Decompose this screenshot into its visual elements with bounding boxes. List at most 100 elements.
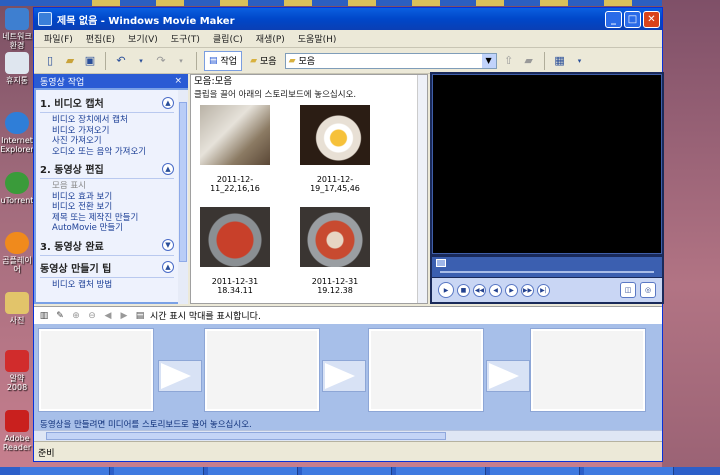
chevron-up-icon[interactable]: ▲ [162,261,174,273]
storyboard-view-icon[interactable]: ▥ [38,310,50,322]
network-icon [5,8,29,30]
forward-icon[interactable]: ▶ [505,283,518,297]
take-picture-icon[interactable]: ◎ [640,282,656,298]
desktop-icon-gom-player[interactable]: 곰플레이어 [0,232,34,274]
collection-scrollbar[interactable] [417,75,427,303]
task-section-header[interactable]: 2. 동영상 편집 ▲ [40,161,174,179]
previous-frame-icon[interactable]: ◀◀ [473,283,486,297]
task-link-capture-from-device[interactable]: 비디오 장치에서 캡처 [40,115,174,126]
task-section-header[interactable]: 동영상 만들기 팁 ▲ [40,260,174,278]
timeline-hint[interactable]: 시간 표시 막대를 표시합니다. [150,309,261,322]
storyboard[interactable] [34,324,662,418]
views-icon[interactable]: ▦ [552,53,568,69]
desktop-icon-network[interactable]: 네트워크 환경 [0,8,34,50]
task-section-title: 2. 동영상 편집 [40,165,104,176]
zoom-in-icon[interactable]: ⊕ [70,310,82,322]
clip-item[interactable]: 2011-12-19_17,45,46 [295,105,375,193]
desktop-icon-utorrent[interactable]: uTorrent [0,172,34,205]
transition-slot[interactable] [322,360,366,392]
task-link-show-collections: 모음 표시 [52,181,86,191]
storyboard-slot[interactable] [368,328,484,412]
desktop-icon-internet-explorer[interactable]: Internet Explorer [0,112,34,154]
collections-button[interactable]: ▰ 모음 [246,51,280,71]
desktop-background-right [662,0,720,475]
task-link-import-video[interactable]: 비디오 가져오기 [40,126,174,137]
task-section-header[interactable]: 3. 동영상 완료 ▼ [40,238,174,256]
preview-screen [432,74,662,254]
menu-edit[interactable]: 편집(E) [86,32,115,45]
seek-bar[interactable] [440,271,654,273]
undo-icon[interactable]: ↶ [113,53,129,69]
redo-icon[interactable]: ↷ [153,53,169,69]
split-clip-icon[interactable]: ◫ [620,282,636,298]
open-project-icon[interactable]: ▰ [62,53,78,69]
play-storyboard-icon[interactable]: ▶ [118,310,130,322]
menu-file[interactable]: 파일(F) [44,32,73,45]
collection-pane: 모음:모음 클립을 끌어 아래의 스토리보드에 놓으십시오. 2011-12-1… [190,74,428,304]
zoom-out-icon[interactable]: ⊖ [86,310,98,322]
up-one-level-icon[interactable]: ⇧ [501,53,517,69]
end-icon[interactable]: ▶| [537,283,550,297]
clip-item[interactable]: 2011-12-11_22,16,16 [195,105,275,193]
minimize-button[interactable]: _ [605,10,622,28]
chevron-up-icon[interactable]: ▲ [162,96,174,109]
maximize-button[interactable]: □ [624,10,641,28]
menu-play[interactable]: 재생(P) [256,32,285,45]
clip-item[interactable]: 2011-12-31 18.34.11 [195,207,275,295]
narration-icon[interactable]: ✎ [54,310,66,322]
next-frame-icon[interactable]: ▶▶ [521,283,534,297]
close-icon[interactable]: × [174,76,182,86]
task-link-make-titles-credits[interactable]: 제목 또는 제작진 만들기 [40,213,174,224]
transition-slot[interactable] [158,360,202,392]
storyboard-slot[interactable] [204,328,320,412]
task-link-view-video-effects[interactable]: 비디오 효과 보기 [40,192,174,203]
tasks-pane-scrollbar[interactable] [178,90,188,304]
rewind-icon[interactable]: ◀ [489,283,502,297]
task-link-import-audio[interactable]: 오디오 또는 음악 가져오기 [40,147,174,158]
task-link-make-automovie[interactable]: AutoMovie 만들기 [40,223,174,234]
scrollbar-thumb[interactable] [46,432,446,440]
storyboard-slot[interactable] [530,328,646,412]
storyboard-message: 동영상을 만들려면 미디어를 스토리보드로 끌어 놓으십시오. [34,418,662,430]
task-section-finish: 3. 동영상 완료 ▼ [40,238,174,256]
undo-dropdown-icon[interactable]: ▾ [133,53,149,69]
task-section-header[interactable]: 1. 비디오 캡처 ▲ [40,95,174,113]
storyboard-scrollbar[interactable] [34,430,662,441]
desktop-icon-photos[interactable]: 사진 [0,292,34,325]
views-dropdown-icon[interactable]: ▾ [572,53,588,69]
task-section-title: 3. 동영상 완료 [40,241,104,253]
save-project-icon[interactable]: ▣ [82,53,98,69]
menu-view[interactable]: 보기(V) [128,32,158,45]
scrollbar-thumb[interactable] [179,102,187,262]
task-section-capture: 1. 비디오 캡처 ▲ 비디오 장치에서 캡처 비디오 가져오기 사진 가져오기 … [40,95,174,157]
desktop-icon-alyac[interactable]: 알약 2008 [0,350,34,392]
menu-clip[interactable]: 클립(C) [213,32,243,45]
stop-icon[interactable]: ■ [457,283,470,297]
chevron-down-icon[interactable]: ▼ [481,53,496,68]
new-project-icon[interactable]: ▯ [42,53,58,69]
chevron-down-icon[interactable]: ▼ [162,239,174,251]
chevron-up-icon[interactable]: ▲ [162,162,174,175]
desktop-icon-adobe-reader[interactable]: Adobe Reader [0,410,34,452]
redo-dropdown-icon[interactable]: ▾ [173,53,189,69]
desktop-icon-recycle-bin[interactable]: 휴지통 [0,52,34,85]
task-link-import-pictures[interactable]: 사진 가져오기 [40,136,174,147]
transition-slot[interactable] [486,360,530,392]
collection-select[interactable]: ▰ 모음 ▼ [284,52,497,69]
task-link-view-video-transitions[interactable]: 비디오 전환 보기 [40,202,174,213]
split-icon[interactable] [436,259,446,267]
title-bar[interactable]: 제목 없음 - Windows Movie Maker _ □ ✕ [34,8,662,30]
collection-instruction: 클립을 끌어 아래의 스토리보드에 놓으십시오. [194,90,357,100]
clip-item[interactable]: 2011-12-31 19.12.38 [295,207,375,295]
menu-tools[interactable]: 도구(T) [171,32,200,45]
storyboard-slot[interactable] [38,328,154,412]
new-collection-folder-icon[interactable]: ▰ [521,53,537,69]
play-icon[interactable]: ▶ [438,282,454,298]
clip-thumbnail [300,207,370,267]
task-link-how-to-capture[interactable]: 비디오 캡처 방법 [40,280,174,291]
timeline-icon[interactable]: ▤ [134,310,146,322]
close-button[interactable]: ✕ [643,10,660,28]
menu-help[interactable]: 도움말(H) [298,32,337,45]
tasks-button[interactable]: ▤ 작업 [204,50,243,71]
rewind-storyboard-icon[interactable]: ◀ [102,310,114,322]
